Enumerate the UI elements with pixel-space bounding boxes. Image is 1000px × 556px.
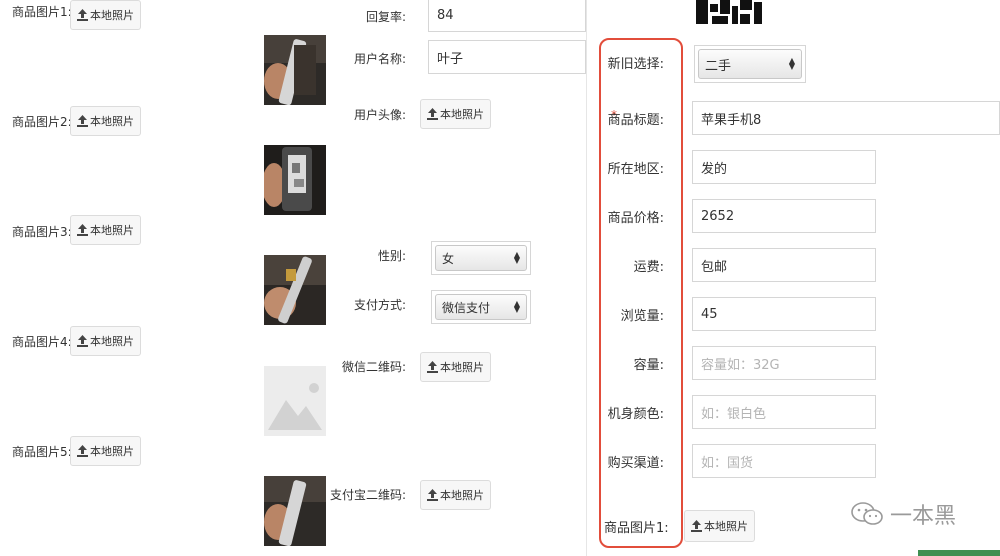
upload-button-2-label: 本地照片 [90, 115, 134, 128]
upload-icon [427, 361, 438, 373]
upload-icon [77, 445, 88, 457]
wechat-qr-upload-button-label: 本地照片 [440, 361, 484, 374]
title-input[interactable]: 苹果手机8 [692, 101, 1000, 135]
views-input[interactable]: 45 [692, 297, 876, 331]
alipay-qr-label: 支付宝二维码: [330, 488, 407, 502]
body-color-label: 机身颜色: [607, 407, 664, 422]
upload-icon [77, 9, 88, 21]
gender-select-value: 女 [442, 251, 455, 266]
body-color-input[interactable]: 如：银白色 [692, 395, 876, 429]
upload-button-2[interactable]: 本地照片 [70, 106, 141, 136]
price-label: 商品价格: [607, 211, 664, 226]
qr-code-image [694, 0, 768, 28]
username-label: 用户名称: [353, 52, 406, 66]
purchase-channel-input[interactable]: 如：国货 [692, 444, 876, 478]
upload-label-5: 商品图片5: [12, 445, 72, 459]
upload-label-4: 商品图片4: [12, 335, 72, 349]
upload-button-3-label: 本地照片 [90, 224, 134, 237]
upload-icon [427, 489, 438, 501]
upload-label-2: 商品图片2: [12, 115, 72, 129]
upload-button-5-label: 本地照片 [90, 445, 134, 458]
reply-rate-input[interactable]: 84 [428, 0, 586, 32]
price-input[interactable]: 2652 [692, 199, 876, 233]
alipay-qr-upload-button[interactable]: 本地照片 [420, 480, 491, 510]
wechat-qr-upload-button[interactable]: 本地照片 [420, 352, 491, 382]
upload-label-3: 商品图片3: [12, 225, 72, 239]
upload-icon [691, 520, 702, 532]
upload-button-3[interactable]: 本地照片 [70, 215, 141, 245]
placeholder-image-icon [264, 366, 326, 436]
product-photo-thumbnail-3 [264, 255, 326, 325]
condition-label: 新旧选择: [607, 57, 664, 72]
product-photo-thumbnail-2 [264, 145, 326, 215]
product-image-1-label: 商品图片1: [604, 521, 669, 536]
upload-icon [427, 108, 438, 120]
upload-icon [77, 335, 88, 347]
avatar-upload-button[interactable]: 本地照片 [420, 99, 491, 129]
avatar-upload-button-label: 本地照片 [440, 108, 484, 121]
alipay-qr-upload-button-label: 本地照片 [440, 489, 484, 502]
purchase-channel-label: 购买渠道: [607, 456, 664, 471]
select-arrows-icon: ▲ ▼ [513, 299, 520, 314]
wechat-qr-label: 微信二维码: [341, 360, 406, 374]
username-input[interactable]: 叶子 [428, 40, 586, 74]
gender-select[interactable]: 女 ▲ ▼ [431, 241, 531, 275]
location-label: 所在地区: [607, 162, 664, 177]
select-arrows-icon: ▲ ▼ [513, 250, 520, 265]
product-photo-thumbnail-4 [264, 476, 326, 546]
upload-button-4[interactable]: 本地照片 [70, 326, 141, 356]
watermark: 一本黑 [850, 498, 956, 530]
avatar-label: 用户头像: [353, 108, 406, 122]
wechat-icon [851, 502, 883, 525]
bottom-bar-fragment [918, 550, 1000, 556]
condition-select[interactable]: 二手 ▲ ▼ [694, 45, 806, 83]
upload-button-1-label: 本地照片 [90, 9, 134, 22]
capacity-input[interactable]: 容量如：32G [692, 346, 876, 380]
upload-icon [77, 224, 88, 236]
shipping-label: 运费: [633, 260, 664, 275]
upload-icon [77, 115, 88, 127]
location-input[interactable]: 发的 [692, 150, 876, 184]
shipping-input[interactable]: 包邮 [692, 248, 876, 282]
views-label: 浏览量: [620, 309, 664, 324]
upload-button-1[interactable]: 本地照片 [70, 0, 141, 30]
upload-button-4-label: 本地照片 [90, 335, 134, 348]
screenshot-divider [586, 0, 587, 556]
payment-method-select[interactable]: 微信支付 ▲ ▼ [431, 290, 531, 324]
condition-select-value: 二手 [705, 58, 732, 74]
title-label: 商品标题: [607, 113, 664, 128]
product-image-1-upload-button[interactable]: 本地照片 [684, 510, 755, 542]
capacity-label: 容量: [633, 358, 664, 373]
upload-label-1: 商品图片1: [12, 5, 72, 19]
product-image-1-upload-button-label: 本地照片 [704, 520, 748, 533]
gender-label: 性别: [377, 249, 406, 263]
watermark-text: 一本黑 [890, 504, 957, 529]
reply-rate-label: 回复率: [365, 10, 406, 24]
select-arrows-icon: ▲ ▼ [788, 56, 795, 71]
upload-button-5[interactable]: 本地照片 [70, 436, 141, 466]
product-photo-thumbnail-1 [264, 35, 326, 105]
payment-method-label: 支付方式: [353, 298, 406, 312]
payment-method-select-value: 微信支付 [442, 300, 491, 315]
